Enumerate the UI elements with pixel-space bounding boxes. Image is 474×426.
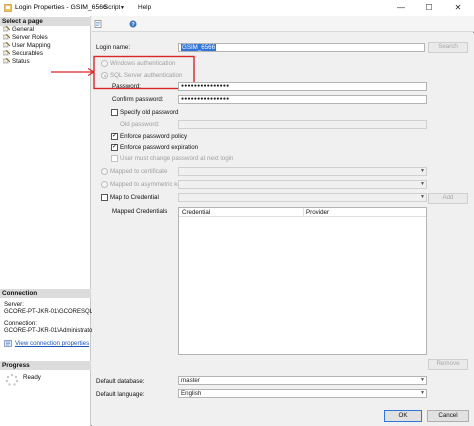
window-title: Login Properties - GSIM_6566 [15,4,107,11]
must-change-label: User must change password at next login [120,155,234,162]
progress-spinner-icon [5,373,19,386]
page-general-label: General [12,26,35,33]
windows-auth-radio[interactable] [101,60,108,67]
credential-combo[interactable]: ▼ [178,193,427,202]
password-label: Password: [112,83,141,90]
maximize-button[interactable]: ☐ [414,0,444,16]
page-securables-label: Securables [12,50,43,57]
old-password-field[interactable] [178,120,427,129]
login-name-label: Login name: [96,44,131,51]
progress-status: Ready [23,374,41,381]
chevron-down-icon: ▼ [420,194,425,200]
chevron-down-icon: ▼ [420,377,425,383]
connection-header: Connection [0,289,91,298]
connection-label: Connection: [4,320,38,327]
default-language-label: Default language: [96,391,145,398]
asym-key-combo[interactable]: ▼ [178,180,427,189]
page-securables[interactable]: Securables [3,50,43,58]
enforce-expiration-label: Enforce password expiration [120,144,199,151]
page-user-mapping[interactable]: User Mapping [3,42,51,50]
mapped-credentials-label: Mapped Credentials [112,208,168,215]
script-dropdown-icon[interactable]: ▼ [120,5,125,11]
mapped-asym-key-label: Mapped to asymmetric key [110,181,184,188]
confirm-password-label: Confirm password: [112,96,164,103]
specify-old-password-label: Specify old password [120,109,179,116]
credential-column-header: Credential [182,209,211,216]
help-button[interactable]: Help [138,4,151,11]
password-field[interactable]: ●●●●●●●●●●●●●●● [178,82,427,91]
select-page-header: Select a page [0,17,91,26]
page-server-roles[interactable]: Server Roles [3,34,48,42]
progress-header: Progress [0,361,91,370]
default-database-combo[interactable]: master ▼ [178,376,427,385]
login-name-value: GSIM_6566 [181,44,217,51]
ok-button[interactable]: OK [384,410,422,422]
provider-column-header: Provider [306,209,330,216]
enforce-policy-checkbox[interactable]: ✓ [111,133,118,140]
connection-properties-icon [4,340,12,347]
connection-value: GCORE-PT-JKR-01\Administrator [4,328,95,334]
chevron-down-icon: ▼ [420,390,425,396]
page-general[interactable]: General [3,26,34,34]
add-credential-button[interactable]: Add [428,193,468,204]
page-status[interactable]: Status [3,58,30,66]
login-name-field[interactable]: GSIM_6566 [178,43,425,52]
default-language-combo[interactable]: English ▼ [178,389,427,398]
must-change-checkbox[interactable] [111,155,118,162]
close-button[interactable]: ✕ [443,0,473,16]
help-icon: ? [129,20,137,28]
sql-auth-radio[interactable] [101,72,108,79]
sql-auth-label: SQL Server authentication [110,72,183,79]
certificate-combo[interactable]: ▼ [178,167,427,176]
page-user-mapping-label: User Mapping [12,42,51,49]
mapped-asym-key-radio[interactable] [101,181,108,188]
toolbar [92,16,474,32]
page-wrench-icon [3,58,10,64]
view-connection-properties-link[interactable]: View connection properties [15,340,89,347]
map-credential-checkbox[interactable] [101,194,108,201]
confirm-password-field[interactable]: ●●●●●●●●●●●●●●● [178,95,427,104]
default-language-value: English [181,390,202,397]
script-button[interactable]: Script [104,4,120,11]
window-icon [4,4,12,12]
server-value: GCORE-PT-JKR-01\GCORESQL [4,309,94,315]
cancel-button[interactable]: Cancel [427,410,469,422]
column-divider [303,208,304,217]
specify-old-password-checkbox[interactable] [111,109,118,116]
chevron-down-icon: ▼ [420,168,425,174]
mapped-credentials-grid[interactable]: Credential Provider [178,207,427,355]
minimize-button[interactable]: — [386,0,416,16]
enforce-policy-label: Enforce password policy [120,133,188,140]
page-server-roles-label: Server Roles [12,34,48,41]
page-wrench-icon [3,26,10,32]
mapped-certificate-radio[interactable] [101,168,108,175]
default-database-label: Default database: [96,378,145,385]
page-wrench-icon [3,50,10,56]
server-label: Server: [4,301,24,308]
script-icon [94,20,102,28]
page-wrench-icon [3,42,10,48]
search-button[interactable]: Search [428,42,468,53]
default-database-value: master [181,377,200,384]
old-password-label: Old password: [120,121,160,128]
remove-credential-button[interactable]: Remove [428,359,468,370]
enforce-expiration-checkbox[interactable]: ✓ [111,144,118,151]
map-credential-label: Map to Credential [110,194,159,201]
chevron-down-icon: ▼ [420,181,425,187]
mapped-certificate-label: Mapped to certificate [110,168,168,175]
windows-auth-label: Windows authentication [110,60,176,67]
page-wrench-icon [3,34,10,40]
page-status-label: Status [12,58,30,65]
